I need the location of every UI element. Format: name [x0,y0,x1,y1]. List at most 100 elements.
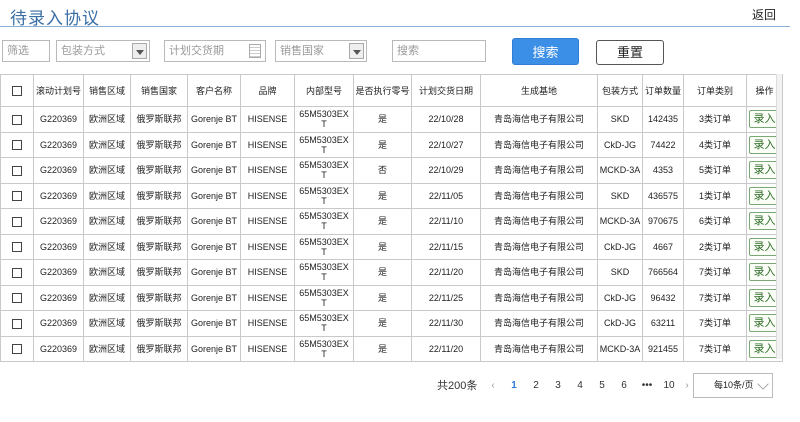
cell-internal-model: 65M5303EX T [294,208,354,235]
row-checkbox[interactable] [12,344,22,355]
row-select-cell[interactable] [0,335,34,362]
row-checkbox[interactable] [12,216,22,227]
row-checkbox[interactable] [12,191,22,202]
cell-plan-no: G220369 [33,208,84,235]
cell-sales-country: 俄罗斯联邦 [130,106,188,133]
cell-execute-zero: 是 [353,310,412,337]
cell-plan-no: G220369 [33,182,84,209]
cell-execute-zero: 否 [353,157,412,184]
select-all-checkbox[interactable] [12,85,22,96]
cell-customer-name: Gorenje BT [187,157,241,184]
vertical-scrollbar[interactable] [776,74,782,359]
cell-order-type: 4类订单 [683,131,747,158]
cell-packaging: CkD-JG [597,131,643,158]
row-select-cell[interactable] [0,106,34,133]
select-all-cell[interactable] [0,74,34,107]
cell-plan-no: G220369 [33,131,84,158]
cell-production-base: 青岛海信电子有限公司 [480,182,598,209]
search-button[interactable]: 搜索 [512,38,579,65]
reset-button[interactable]: 重置 [596,40,664,65]
back-link[interactable]: 返回 [752,6,776,23]
page-2[interactable]: 2 [529,372,543,400]
table-row: G220369 欧洲区域 俄罗斯联邦 Gorenje BT HISENSE 65M5303… [0,335,783,362]
table-row: G220369 欧洲区域 俄罗斯联邦 Gorenje BT HISENSE 65M5303… [0,131,783,158]
delivery-date-placeholder: 计划交货期 [169,45,224,57]
page-size-label: 每10条/页 [714,380,754,390]
model-line-2: T [321,144,327,155]
row-checkbox[interactable] [12,267,22,278]
page-5[interactable]: 5 [595,372,609,400]
next-page-button[interactable]: › [680,372,694,400]
filter-input[interactable]: 筛选 [2,40,50,62]
cell-packaging: SKD [597,259,643,286]
cell-execute-zero: 是 [353,259,412,286]
cell-customer-name: Gorenje BT [187,182,241,209]
col-header: 订单类别 [683,74,747,107]
col-header: 滚动计划号 [33,74,84,107]
cell-production-base: 青岛海信电子有限公司 [480,335,598,362]
cell-execute-zero: 是 [353,284,412,311]
cell-brand: HISENSE [240,106,295,133]
cell-brand: HISENSE [240,157,295,184]
packaging-select[interactable]: 包装方式 [56,40,150,62]
cell-internal-model: 65M5303EX T [294,106,354,133]
cell-brand: HISENSE [240,208,295,235]
cell-delivery-date: 22/11/25 [411,284,481,311]
cell-brand: HISENSE [240,131,295,158]
packaging-placeholder: 包装方式 [61,45,105,57]
cell-order-type: 7类订单 [683,284,747,311]
model-line-1: 65M5303EX [299,338,349,349]
prev-page-button[interactable]: ‹ [486,372,500,400]
row-select-cell[interactable] [0,284,34,311]
chevron-down-icon[interactable] [349,43,364,59]
sales-country-placeholder: 销售国家 [280,45,324,57]
model-line-1: 65M5303EX [299,287,349,298]
cell-sales-region: 欧洲区域 [83,131,131,158]
page-6[interactable]: 6 [617,372,631,400]
col-header: 生成基地 [480,74,598,107]
row-select-cell[interactable] [0,131,34,158]
row-select-cell[interactable] [0,259,34,286]
row-select-cell[interactable] [0,310,34,337]
cell-production-base: 青岛海信电子有限公司 [480,284,598,311]
total-count: 共200条 [437,380,478,392]
cell-production-base: 青岛海信电子有限公司 [480,310,598,337]
page-3[interactable]: 3 [551,372,565,400]
page-size-select[interactable]: 每10条/页 [693,373,773,398]
cell-customer-name: Gorenje BT [187,106,241,133]
calendar-icon[interactable] [249,44,261,58]
page-4[interactable]: 4 [573,372,587,400]
cell-order-qty: 970675 [642,208,684,235]
search-input[interactable]: 搜索 [392,40,486,62]
row-checkbox[interactable] [12,114,22,125]
cell-internal-model: 65M5303EX T [294,233,354,260]
cell-plan-no: G220369 [33,259,84,286]
row-checkbox[interactable] [12,165,22,176]
cell-customer-name: Gorenje BT [187,335,241,362]
page-ellipsis[interactable]: ••• [638,372,656,400]
cell-packaging: SKD [597,182,643,209]
cell-plan-no: G220369 [33,310,84,337]
model-line-2: T [321,348,327,359]
chevron-down-icon[interactable] [132,43,147,59]
row-select-cell[interactable] [0,233,34,260]
row-checkbox[interactable] [12,293,22,304]
row-checkbox[interactable] [12,242,22,253]
cell-production-base: 青岛海信电子有限公司 [480,208,598,235]
row-select-cell[interactable] [0,182,34,209]
cell-execute-zero: 是 [353,335,412,362]
delivery-date-picker[interactable]: 计划交货期 [164,40,266,62]
cell-order-qty: 96432 [642,284,684,311]
cell-plan-no: G220369 [33,106,84,133]
sales-country-select[interactable]: 销售国家 [275,40,367,62]
row-select-cell[interactable] [0,157,34,184]
page-10[interactable]: 10 [662,372,676,400]
row-checkbox[interactable] [12,318,22,329]
cell-plan-no: G220369 [33,157,84,184]
cell-delivery-date: 22/11/15 [411,233,481,260]
row-select-cell[interactable] [0,208,34,235]
cell-customer-name: Gorenje BT [187,233,241,260]
page-1[interactable]: 1 [507,372,521,400]
row-checkbox[interactable] [12,140,22,151]
chevron-down-icon[interactable] [757,378,769,390]
